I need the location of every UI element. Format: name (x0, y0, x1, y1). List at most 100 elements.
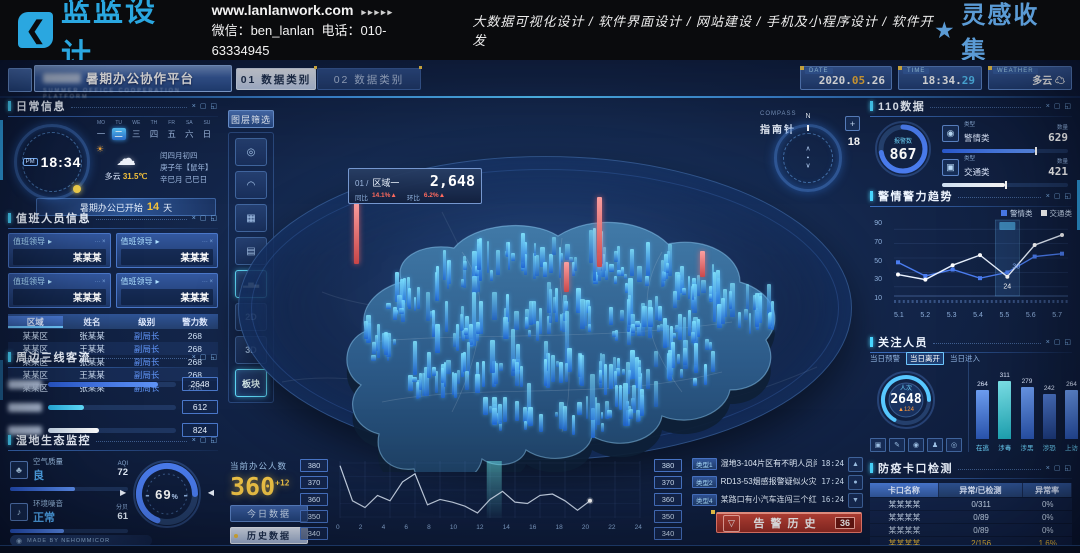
badge-icon[interactable]: ♟ (927, 438, 943, 452)
panel-title: 周边三线客流 (16, 349, 91, 365)
map-column (716, 270, 721, 306)
map-column (589, 230, 593, 264)
map-column (432, 310, 435, 337)
map-column (661, 260, 664, 287)
map-column (445, 301, 448, 333)
clock-time: 18:34 (41, 154, 82, 170)
panel-controls[interactable]: × ▢ ◱ (1046, 192, 1072, 200)
map-column (623, 383, 628, 427)
checkpoint-row: 某某某某0/3110% (870, 498, 1072, 510)
warning-icon: ▽ (723, 515, 740, 532)
duty-card[interactable]: 值班领导▸··· ×某某某 (8, 233, 111, 268)
panel-controls[interactable]: × ▢ ◱ (1046, 338, 1072, 346)
map-column (432, 367, 436, 376)
zoom-in-button[interactable]: + (845, 116, 860, 131)
alert-item[interactable]: 类型2RD13-53烟感报警疑似火灾17:24 (692, 475, 844, 488)
menu-chip[interactable] (8, 68, 32, 92)
map-column (492, 292, 497, 321)
alert-count-badge: 36 (835, 517, 855, 529)
duty-card[interactable]: 值班领导▸··· ×某某某 (8, 273, 111, 308)
panel-controls[interactable]: × ▢ ◱ (1046, 464, 1072, 472)
alert-history-banner[interactable]: ▽ 告警历史 36 (716, 512, 862, 533)
camera-layer-button[interactable]: ◎ (235, 138, 267, 166)
table-header[interactable]: 区域姓名级别警力数 (8, 314, 218, 329)
alarm-total-gauge: 报警数867 (872, 118, 934, 180)
alert-item[interactable]: 类型1湿地3-104片区有不明人员闯入18:24 (692, 457, 844, 470)
map-column (492, 408, 497, 424)
map-column (642, 306, 647, 327)
map-column (612, 331, 616, 337)
tab-daily-leave[interactable]: 当日离开 (906, 352, 944, 365)
map-column (614, 276, 617, 284)
map-column (705, 339, 709, 351)
map-column (464, 328, 468, 335)
pen-icon[interactable]: ✎ (889, 438, 905, 452)
map-column (384, 332, 388, 355)
map-column (512, 359, 515, 371)
noise-metric: ♪ 环境噪音正常 分贝61 (10, 498, 128, 533)
map-column (601, 423, 605, 432)
car-icon[interactable]: ▣ (870, 438, 886, 452)
eye-icon[interactable]: ◎ (946, 438, 962, 452)
map-column (515, 401, 519, 421)
website-link[interactable]: www.lanlanwork.com (212, 2, 354, 18)
arrow-left-icon[interactable]: ◀ (208, 488, 214, 497)
map-column (666, 263, 669, 273)
person-icon[interactable]: ◉ (908, 438, 924, 452)
map-column (456, 324, 460, 351)
panel-title: 值班人员信息 (16, 210, 91, 226)
history-data-button[interactable]: 历史数据 (230, 527, 308, 544)
arrow-right-icon[interactable]: ▶ (120, 488, 126, 497)
scroll-up-button[interactable]: ▲ (848, 457, 863, 472)
map-column (535, 255, 539, 276)
weather-widget: ☀☁ 多云 31.5℃ (100, 146, 152, 182)
map-column (658, 306, 662, 321)
today-data-button[interactable]: 今日数据 (230, 505, 308, 522)
compass-dial[interactable]: N ∧●∨ (774, 124, 842, 192)
map-column (539, 308, 543, 334)
map-column (609, 307, 613, 325)
checkpoint-header[interactable]: 卡口名称异常/已检测异常率 (870, 483, 1072, 497)
map-column (453, 333, 457, 347)
scroll-down-button[interactable]: ▼ (848, 493, 863, 508)
checkpoint-row: 某某某某0/890% (870, 511, 1072, 523)
map-column (547, 282, 552, 313)
duty-card[interactable]: 值班领导▸··· ×某某某 (116, 273, 219, 308)
map-column (528, 407, 533, 426)
panel-controls[interactable]: × ▢ ◱ (192, 214, 218, 222)
map-column (692, 284, 695, 300)
map-column (475, 374, 480, 393)
duty-card[interactable]: 值班领导▸··· ×某某某 (116, 233, 219, 268)
inspiration-collect[interactable]: ★ 灵感收集 (935, 0, 1062, 65)
map-column (694, 343, 698, 374)
panel-title: 日常信息 (16, 98, 66, 114)
tab-data-category-1[interactable]: 01 数据类别 (236, 68, 316, 90)
map-column (691, 332, 696, 343)
scroll-indicator: ● (848, 475, 863, 490)
bus-icon: ▣ (942, 159, 959, 176)
panel-controls[interactable]: × ▢ ◱ (192, 353, 218, 361)
map-column (709, 294, 712, 301)
office-count-value: 360+12 (230, 472, 290, 501)
map-column (521, 233, 525, 268)
gauge-value: 69 (155, 487, 171, 502)
map-column (447, 261, 450, 289)
alert-item[interactable]: 类型4某路口有小汽车连闯三个红灯16:24 (692, 493, 844, 506)
panel-controls[interactable]: × ▢ ◱ (1046, 102, 1072, 110)
tab-daily-warning[interactable]: 当日预警 (870, 353, 900, 364)
mom-value: 6.2%▲ (424, 192, 445, 202)
map-column (416, 382, 419, 400)
map-column (565, 363, 568, 382)
flow-bar-row: 2648 (8, 377, 218, 391)
tab-data-category-2[interactable]: 02 数据类别 (317, 68, 421, 90)
panel-controls[interactable]: × ▢ ◱ (192, 436, 218, 444)
panel-checkpoint: 防疫卡口检测 × ▢ ◱ 卡口名称异常/已检测异常率 某某某某0/3110% 某某… (870, 460, 1072, 548)
gauge-label: 报警数 (894, 136, 912, 145)
panel-title: 防疫卡口检测 (878, 460, 953, 476)
map-column (604, 364, 608, 395)
map-column (496, 250, 501, 275)
map-column (544, 359, 547, 386)
map-column (472, 276, 477, 293)
map-column (460, 314, 464, 331)
panel-controls[interactable]: × ▢ ◱ (192, 102, 218, 110)
